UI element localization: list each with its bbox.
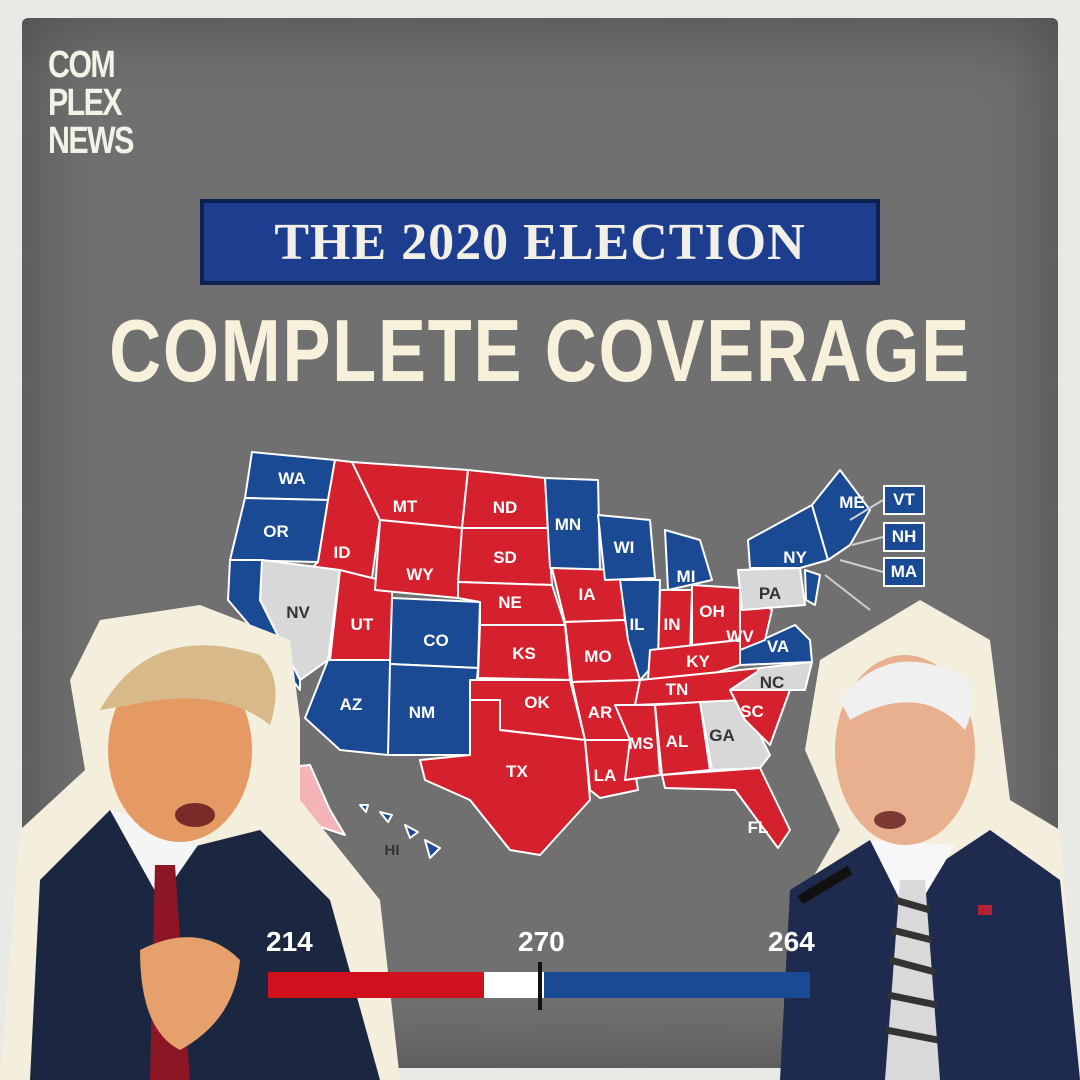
- threshold-votes: 270: [518, 926, 565, 957]
- threshold-marker: [538, 962, 542, 1010]
- svg-text:IN: IN: [664, 615, 681, 634]
- svg-text:OK: OK: [524, 693, 550, 712]
- svg-text:OH: OH: [699, 602, 725, 621]
- svg-text:NY: NY: [783, 548, 807, 567]
- svg-text:TX: TX: [506, 762, 528, 781]
- svg-text:OR: OR: [263, 522, 289, 541]
- svg-text:ME: ME: [839, 493, 865, 512]
- svg-text:WI: WI: [614, 538, 635, 557]
- svg-text:MN: MN: [555, 515, 581, 534]
- state-FL: [661, 767, 791, 849]
- left-votes-bar: [268, 972, 484, 998]
- svg-text:FL: FL: [748, 818, 769, 837]
- svg-text:IA: IA: [579, 585, 596, 604]
- svg-text:LA: LA: [594, 766, 617, 785]
- left-candidate-photo: [0, 605, 400, 1080]
- svg-text:AR: AR: [588, 703, 613, 722]
- svg-text:WY: WY: [406, 565, 434, 584]
- uncalled-votes-bar: [483, 972, 545, 998]
- svg-text:ID: ID: [334, 543, 351, 562]
- svg-text:NE: NE: [498, 593, 522, 612]
- svg-text:MS: MS: [628, 734, 654, 753]
- svg-text:MT: MT: [393, 497, 418, 516]
- state-WY: [374, 519, 463, 599]
- left-electoral-votes: 214: [266, 926, 313, 957]
- svg-text:AL: AL: [666, 732, 689, 751]
- svg-text:CO: CO: [423, 631, 449, 650]
- svg-text:ND: ND: [493, 498, 518, 517]
- callout-ma: MA: [883, 557, 925, 587]
- svg-text:KS: KS: [512, 644, 536, 663]
- svg-text:TN: TN: [666, 680, 689, 699]
- svg-text:IL: IL: [629, 615, 644, 634]
- right-candidate-photo: [780, 600, 1080, 1080]
- svg-text:WV: WV: [726, 627, 754, 646]
- svg-text:SD: SD: [493, 548, 517, 567]
- svg-text:KY: KY: [686, 652, 710, 671]
- callout-vt: VT: [883, 485, 925, 515]
- right-electoral-votes: 264: [768, 926, 815, 957]
- svg-text:GA: GA: [709, 726, 735, 745]
- svg-text:PA: PA: [759, 584, 781, 603]
- right-votes-bar: [544, 972, 810, 998]
- svg-text:SC: SC: [740, 702, 764, 721]
- svg-text:WA: WA: [278, 469, 305, 488]
- svg-text:MI: MI: [677, 567, 696, 586]
- svg-text:MO: MO: [584, 647, 611, 666]
- svg-text:NM: NM: [409, 703, 435, 722]
- callout-nh: NH: [883, 522, 925, 552]
